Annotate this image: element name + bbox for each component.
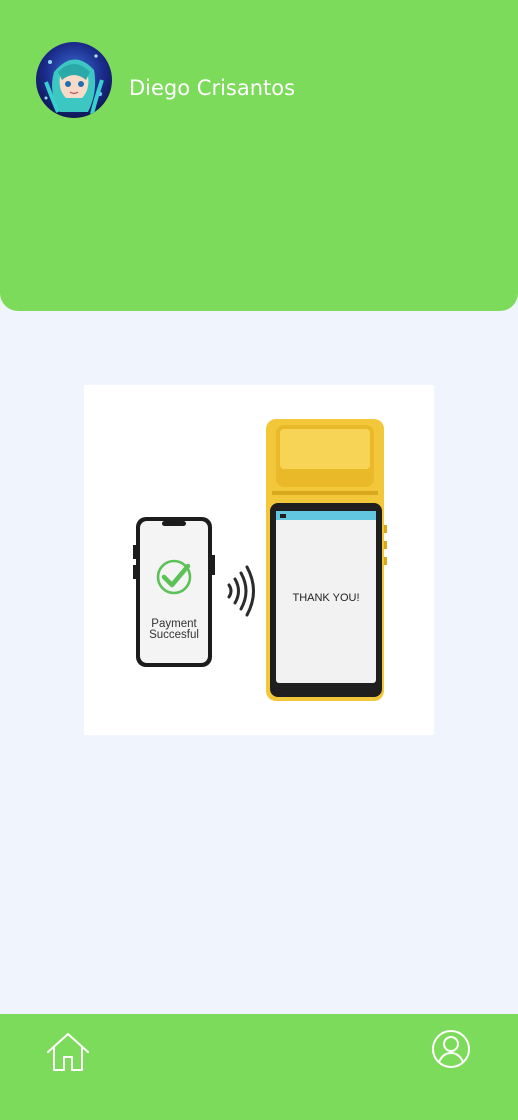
user-circle-icon[interactable] [431, 1029, 471, 1069]
profile-header: Diego Crisantos [0, 0, 518, 311]
home-icon[interactable] [44, 1030, 92, 1074]
pos-terminal-illustration: THANK YOU! [266, 419, 387, 701]
avatar[interactable] [36, 42, 112, 118]
terminal-text: THANK YOU! [292, 592, 359, 604]
payment-illustration: Payment Succesful THANK YOU! [84, 385, 434, 735]
phone-text-line2: Succesful [149, 629, 199, 641]
user-name: Diego Crisantos [129, 76, 296, 100]
phone-illustration: Payment Succesful [133, 517, 215, 667]
contactless-icon [227, 565, 255, 617]
avatar-image [36, 42, 112, 118]
